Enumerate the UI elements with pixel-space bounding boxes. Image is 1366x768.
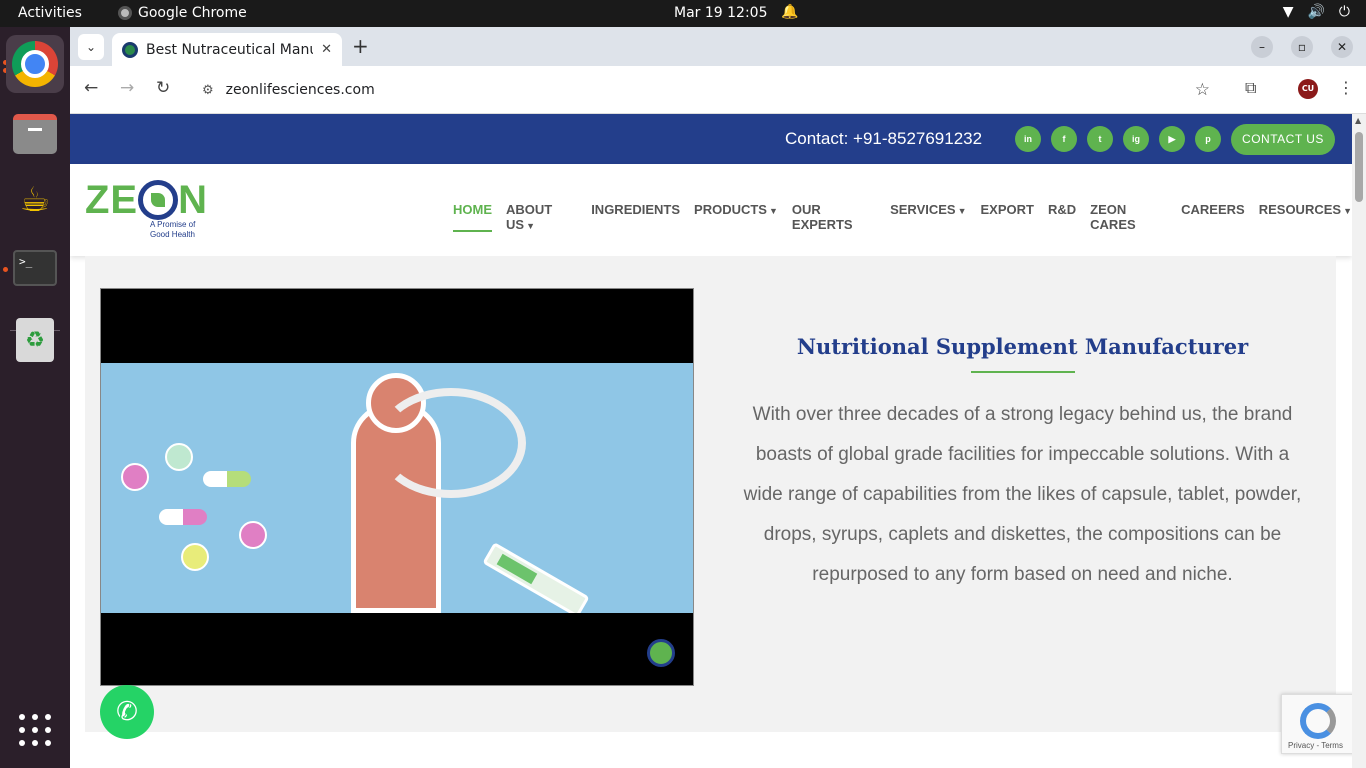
app-menu[interactable]: Google Chrome [118, 5, 247, 21]
pill-shape [165, 443, 193, 471]
dock-terminal[interactable]: >_ [6, 239, 64, 297]
chrome-icon [12, 41, 58, 87]
contact-phone[interactable]: Contact: +91-8527691232 [785, 129, 982, 149]
video-watermark-logo [647, 639, 675, 667]
youtube-icon[interactable]: ▶ [1159, 126, 1185, 152]
pinterest-icon[interactable]: p [1195, 126, 1221, 152]
section-paragraph: With over three decades of a strong lega… [743, 404, 1302, 585]
forward-icon[interactable]: → [120, 78, 134, 98]
nav-rnd[interactable]: R&D [1048, 202, 1076, 232]
logo-wordmark: ZE N [85, 178, 209, 222]
video-frame-illustration [101, 363, 693, 613]
caret-down-icon: ▼ [768, 206, 778, 216]
activities-button[interactable]: Activities [18, 5, 82, 21]
scrollbar-thumb[interactable] [1355, 132, 1363, 202]
system-tray[interactable]: ▼ 🔊 ⏻ [1283, 4, 1350, 20]
minimize-icon[interactable]: – [1251, 36, 1273, 58]
nav-careers[interactable]: CAREERS [1181, 202, 1245, 232]
capsule-shape [159, 509, 207, 525]
bookmark-star-icon[interactable]: ☆ [1195, 80, 1210, 100]
logo-tagline: A Promise of Good Health [150, 220, 196, 239]
dock-teapot[interactable]: ☕ [6, 171, 64, 229]
page-scrollbar[interactable]: ▲ [1352, 114, 1366, 768]
dock: ☕ >_ ♻ [0, 27, 70, 768]
browser-toolbar: ← → ↻ ⚙ zeonlifesciences.com ☆ ⧉ CU ⋮ [70, 66, 1366, 114]
heading-divider [970, 371, 1075, 373]
nav-services[interactable]: SERVICES ▼ [890, 202, 966, 232]
pill-shape [239, 521, 267, 549]
main-navbar: ZE N A Promise of Good Health HOME ABOUT … [70, 164, 1352, 256]
address-bar[interactable]: ⚙ zeonlifesciences.com ☆ [190, 73, 1220, 107]
bell-icon: 🔔 [781, 4, 799, 20]
twitter-icon[interactable]: t [1087, 126, 1113, 152]
back-icon[interactable]: ← [84, 78, 98, 98]
clock[interactable]: Mar 19 12:05 [674, 5, 767, 21]
intro-section: Nutritional Supplement Manufacturer With… [85, 256, 1336, 732]
site-favicon-icon [122, 41, 138, 58]
tab-strip: ⌄ Best Nutraceutical Manu ✕ + – ▫ ✕ [70, 27, 1366, 66]
chrome-small-icon [118, 6, 132, 20]
instagram-icon[interactable]: ig [1123, 126, 1149, 152]
nav-home[interactable]: HOME [453, 202, 492, 232]
browser-window: ⌄ Best Nutraceutical Manu ✕ + – ▫ ✕ ← → … [70, 27, 1366, 768]
nav-menu: HOME ABOUT US ▼ INGREDIENTS PRODUCTS ▼ OUR… [453, 202, 1352, 232]
close-window-icon[interactable]: ✕ [1331, 36, 1353, 58]
nav-zeon-cares[interactable]: ZEON CARES [1090, 202, 1167, 232]
web-page: Contact: +91-8527691232 in f t ig ▶ p CO… [70, 114, 1366, 768]
nav-resources[interactable]: RESOURCES ▼ [1259, 202, 1352, 232]
site-info-icon[interactable]: ⚙ [202, 83, 214, 98]
caret-down-icon: ▼ [957, 206, 967, 216]
extensions-icon[interactable]: ⧉ [1245, 78, 1256, 98]
intro-text: Nutritional Supplement Manufacturer With… [740, 334, 1305, 595]
caret-down-icon: ▼ [526, 221, 535, 231]
recaptcha-links[interactable]: Privacy - Terms [1288, 741, 1343, 750]
section-heading: Nutritional Supplement Manufacturer [796, 334, 1249, 359]
url-text: zeonlifesciences.com [225, 82, 375, 98]
new-tab-icon[interactable]: + [352, 34, 369, 58]
nav-about-us[interactable]: ABOUT US ▼ [506, 202, 577, 232]
capsule-shape [203, 471, 251, 487]
files-icon [13, 114, 57, 154]
scroll-up-icon[interactable]: ▲ [1355, 116, 1361, 125]
teapot-icon: ☕ [19, 180, 51, 220]
dock-trash[interactable]: ♻ [6, 311, 64, 369]
stethoscope-shape [376, 388, 526, 498]
caret-down-icon: ▼ [1343, 206, 1352, 216]
recycle-icon: ♻ [16, 318, 54, 362]
tab-close-icon[interactable]: ✕ [321, 42, 332, 57]
site-logo[interactable]: ZE N A Promise of Good Health [85, 180, 210, 240]
reload-icon[interactable]: ↻ [156, 78, 170, 98]
tab-active[interactable]: Best Nutraceutical Manu ✕ [112, 33, 342, 66]
maximize-icon[interactable]: ▫ [1291, 36, 1313, 58]
linkedin-icon[interactable]: in [1015, 126, 1041, 152]
chrome-menu-icon[interactable]: ⋮ [1338, 78, 1354, 97]
tab-title: Best Nutraceutical Manu [146, 41, 314, 58]
system-top-bar: Activities Google Chrome Mar 19 12:05 🔔 … [0, 0, 1366, 27]
app-name: Google Chrome [138, 5, 247, 21]
pill-shape [121, 463, 149, 491]
dock-chrome[interactable] [6, 35, 64, 93]
profile-avatar[interactable]: CU [1298, 79, 1318, 99]
wifi-icon: ▼ [1282, 4, 1294, 20]
pill-shape [181, 543, 209, 571]
power-icon: ⏻ [1338, 4, 1350, 20]
whatsapp-chat-icon[interactable]: ✆ [100, 685, 154, 739]
top-contact-bar: Contact: +91-8527691232 in f t ig ▶ p CO… [70, 114, 1352, 164]
nav-export[interactable]: EXPORT [981, 202, 1034, 232]
contact-us-button[interactable]: CONTACT US [1231, 124, 1335, 155]
tab-search-button[interactable]: ⌄ [78, 34, 104, 60]
nav-our-experts[interactable]: OUR EXPERTS [792, 202, 876, 232]
logo-leaf-icon [138, 180, 179, 220]
facebook-icon[interactable]: f [1051, 126, 1077, 152]
volume-icon: 🔊 [1307, 4, 1325, 20]
syringe-shape [482, 542, 590, 613]
nav-ingredients[interactable]: INGREDIENTS [591, 202, 680, 232]
dock-files[interactable] [6, 105, 64, 163]
terminal-icon: >_ [13, 250, 57, 286]
recaptcha-icon [1300, 703, 1336, 739]
show-apps-icon[interactable] [19, 714, 51, 746]
intro-video[interactable] [100, 288, 694, 686]
nav-products[interactable]: PRODUCTS ▼ [694, 202, 778, 232]
